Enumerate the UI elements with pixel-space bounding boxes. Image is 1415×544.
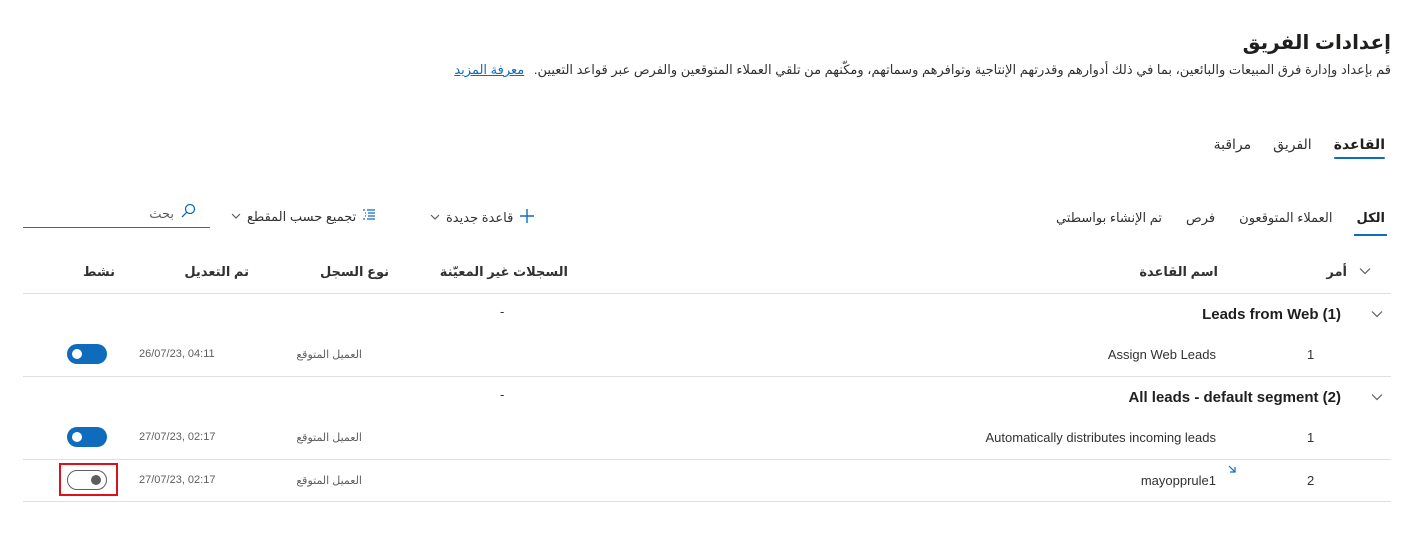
- collapse-all-chevron-icon[interactable]: [1359, 267, 1371, 275]
- filter-all[interactable]: الكل: [1354, 210, 1387, 236]
- search-placeholder: بحث: [149, 205, 174, 221]
- new-rule-label: قاعدة جديدة: [446, 209, 514, 225]
- rules-table: أمر اسم القاعدة السجلات غير المعيّنة نوع…: [23, 254, 1391, 514]
- row-record-type: العميل المتوقع: [296, 349, 362, 361]
- row-order: 1: [1307, 347, 1315, 362]
- plus-icon: [519, 208, 535, 227]
- page-title: إعدادات الفريق: [1242, 32, 1391, 54]
- group-collapse-chevron-icon[interactable]: [1371, 310, 1383, 318]
- group-title: Leads from Web (1): [1202, 306, 1341, 323]
- description-text: قم بإعداد وإدارة فرق المبيعات والبائعين،…: [533, 62, 1391, 77]
- row-order: 2: [1307, 473, 1315, 488]
- page-description: قم بإعداد وإدارة فرق المبيعات والبائعين،…: [454, 62, 1391, 78]
- tab-monitoring[interactable]: مراقبة: [1214, 136, 1252, 159]
- search-input[interactable]: بحث: [23, 200, 210, 228]
- row-modified: 27/07/23, 02:17: [139, 474, 216, 486]
- row-record-type: العميل المتوقع: [296, 475, 362, 487]
- header-active[interactable]: نشط: [83, 264, 115, 280]
- group-by-label: تجميع حسب المقطع: [247, 208, 357, 224]
- chevron-down-icon[interactable]: [231, 211, 241, 222]
- group-list-icon: [362, 208, 376, 225]
- row-rule-name[interactable]: Automatically distributes incoming leads: [986, 430, 1217, 445]
- filter-leads[interactable]: العملاء المتوقعون: [1239, 210, 1332, 236]
- row-record-type: العميل المتوقع: [296, 432, 362, 444]
- header-rule-name[interactable]: اسم القاعدة: [1139, 264, 1218, 280]
- row-rule-name[interactable]: Assign Web Leads: [1108, 347, 1216, 362]
- group-unassigned-count: -: [500, 387, 505, 402]
- divider: [23, 376, 1391, 377]
- header-record-type[interactable]: نوع السجل: [320, 264, 389, 280]
- header-unassigned-records[interactable]: السجلات غير المعيّنة: [440, 264, 568, 280]
- search-icon: [180, 203, 196, 224]
- group-unassigned-count: -: [500, 304, 505, 319]
- row-order: 1: [1307, 430, 1315, 445]
- divider: [23, 459, 1391, 460]
- main-tabs: القاعدة الفريق مراقبة: [1192, 136, 1386, 159]
- row-modified: 26/07/23, 04:11: [139, 348, 215, 360]
- header-order[interactable]: أمر: [1326, 264, 1347, 280]
- divider: [23, 293, 1391, 294]
- row-rule-name[interactable]: mayopprule1: [1141, 473, 1216, 488]
- new-rule-button[interactable]: قاعدة جديدة: [430, 208, 535, 227]
- active-toggle[interactable]: [67, 470, 107, 490]
- active-toggle[interactable]: [67, 427, 107, 447]
- divider: [23, 501, 1391, 502]
- active-toggle[interactable]: [67, 344, 107, 364]
- tab-team[interactable]: الفريق: [1273, 136, 1312, 159]
- draft-indicator-icon: [1228, 465, 1236, 473]
- header-modified[interactable]: تم التعديل: [184, 264, 249, 280]
- tab-rule[interactable]: القاعدة: [1333, 136, 1386, 159]
- row-modified: 27/07/23, 02:17: [139, 431, 216, 443]
- filter-tabs: الكل العملاء المتوقعون فرص تم الإنشاء بو…: [1032, 210, 1387, 236]
- group-by-segment-button[interactable]: تجميع حسب المقطع: [231, 208, 376, 225]
- learn-more-link[interactable]: معرفة المزيد: [454, 62, 524, 77]
- group-title: All leads - default segment (2): [1128, 389, 1341, 406]
- chevron-down-icon[interactable]: [430, 212, 440, 223]
- filter-created-by-me[interactable]: تم الإنشاء بواسطتي: [1056, 210, 1162, 236]
- group-collapse-chevron-icon[interactable]: [1371, 393, 1383, 401]
- filter-opportunities[interactable]: فرص: [1186, 210, 1215, 236]
